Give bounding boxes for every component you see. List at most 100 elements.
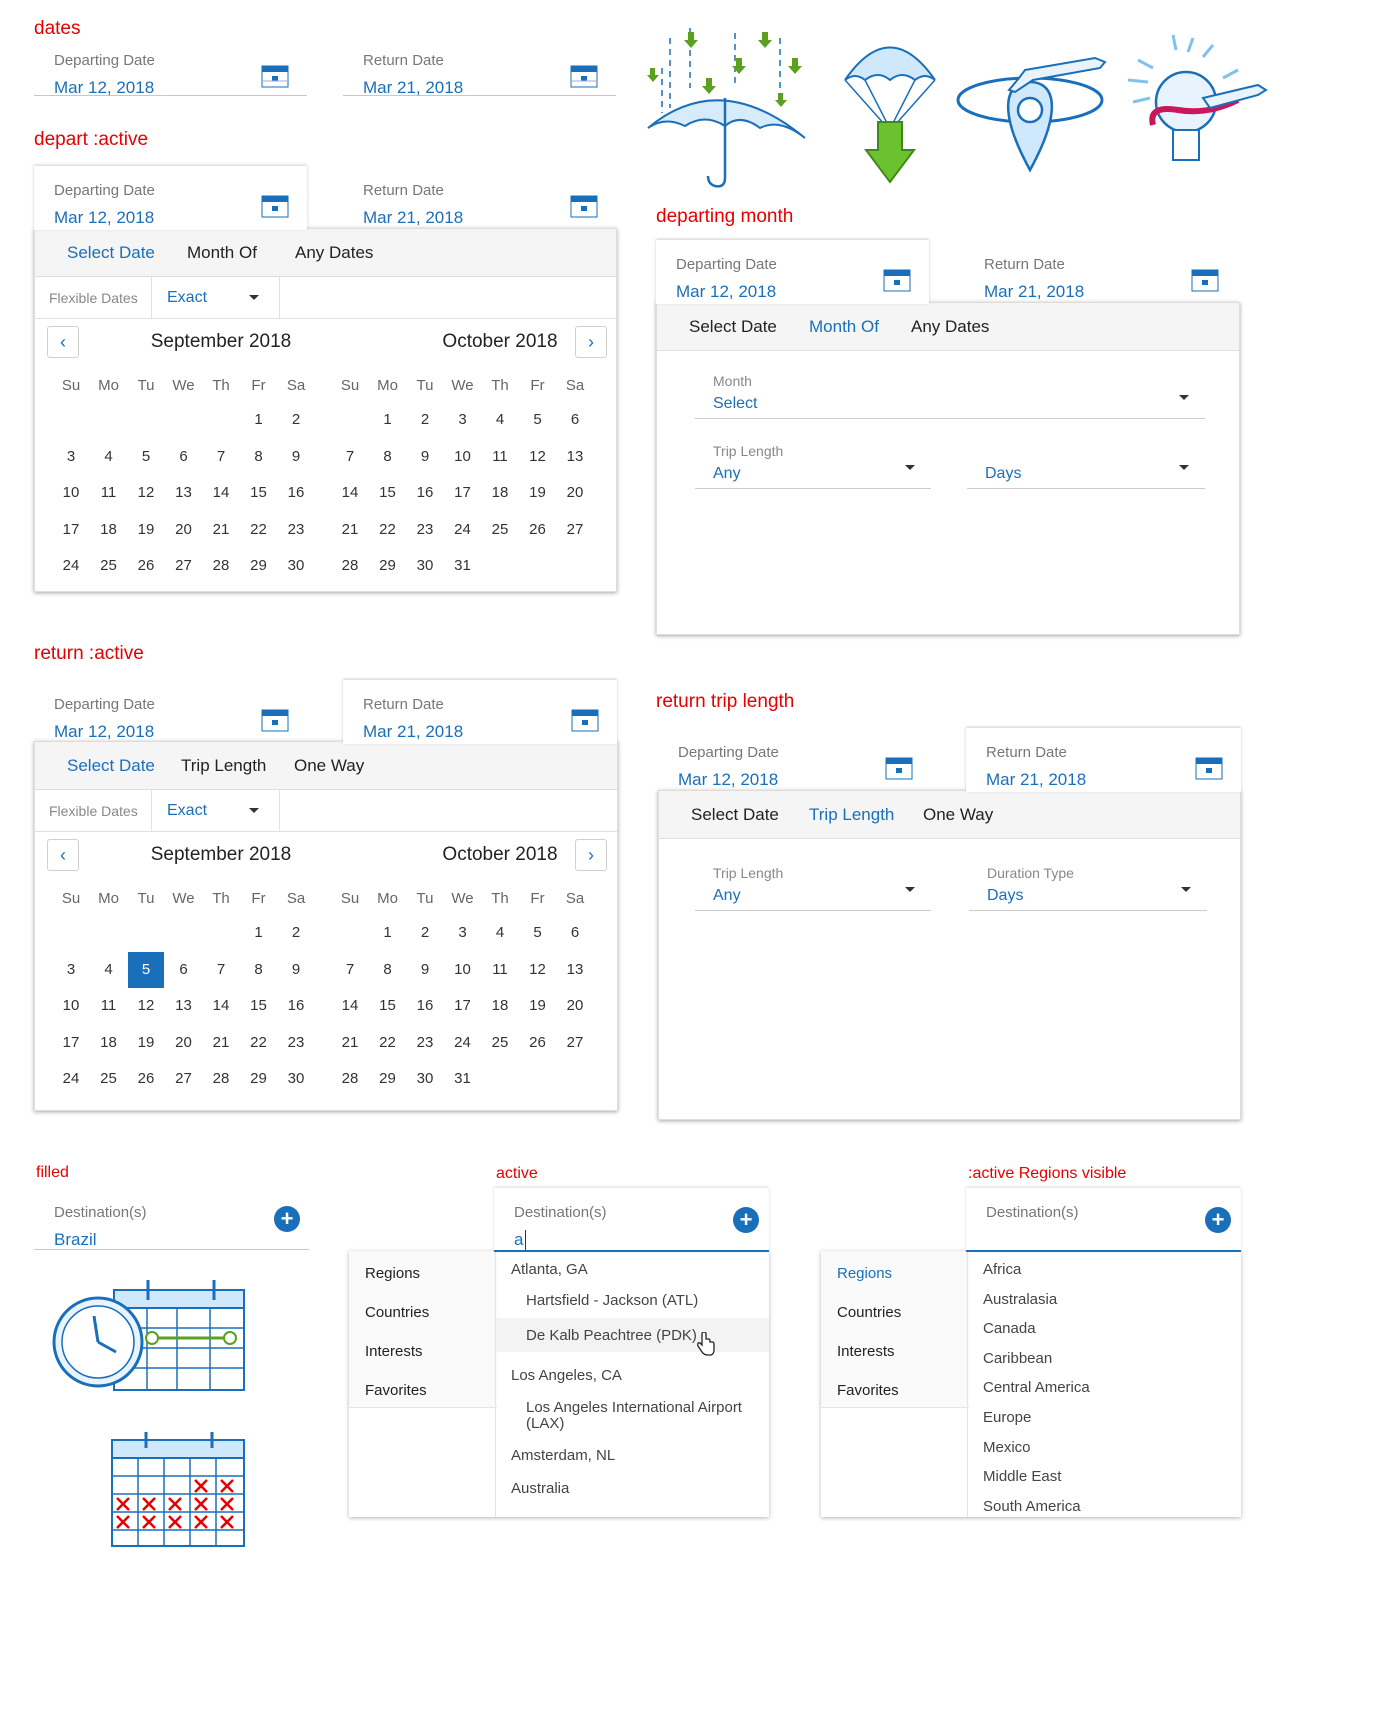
calendar-icon[interactable] <box>570 192 598 218</box>
chevron-down-icon[interactable] <box>1179 465 1189 470</box>
calendar-icon[interactable] <box>885 754 913 780</box>
flexible-dates-select[interactable]: Exact <box>167 289 207 307</box>
calendar-day[interactable]: 5 <box>128 439 164 475</box>
calendar-day[interactable]: 18 <box>482 475 518 511</box>
result-item[interactable]: (LAX) <box>526 1415 564 1432</box>
calendar-day[interactable]: 4 <box>91 952 127 988</box>
calendar-day[interactable]: 30 <box>407 548 443 584</box>
chevron-down-icon[interactable] <box>1179 395 1189 400</box>
tab-month-of[interactable]: Month Of <box>187 243 257 263</box>
calendar-day[interactable]: 2 <box>278 915 314 951</box>
result-item[interactable]: De Kalb Peachtree (PDK) <box>526 1327 697 1344</box>
region-item[interactable]: Central America <box>983 1379 1090 1396</box>
menu-countries[interactable]: Countries <box>349 1290 497 1330</box>
calendar-day[interactable]: 28 <box>332 548 368 584</box>
calendar-day[interactable]: 12 <box>128 475 164 511</box>
tab-trip-length[interactable]: Trip Length <box>181 756 266 776</box>
departing-date-field[interactable]: Departing Date Mar 12, 2018 <box>658 728 931 789</box>
calendar-day[interactable]: 13 <box>166 988 202 1024</box>
chevron-down-icon[interactable] <box>905 887 915 892</box>
calendar-day[interactable]: 11 <box>91 988 127 1024</box>
calendar-day[interactable]: 2 <box>278 402 314 438</box>
calendar-day[interactable]: 7 <box>203 952 239 988</box>
result-item[interactable]: Los Angeles International Airport <box>526 1399 742 1416</box>
menu-countries[interactable]: Countries <box>821 1290 969 1330</box>
calendar-day[interactable]: 1 <box>370 915 406 951</box>
duration-type-select[interactable]: Duration Type Days <box>969 865 1207 911</box>
calendar-day[interactable]: 6 <box>557 915 593 951</box>
destination-input[interactable]: a <box>514 1230 527 1250</box>
calendar-day[interactable]: 12 <box>520 439 556 475</box>
add-destination-button[interactable]: + <box>1205 1207 1231 1233</box>
calendar-day[interactable]: 21 <box>332 1025 368 1061</box>
tab-trip-length[interactable]: Trip Length <box>809 805 894 825</box>
calendar-day[interactable]: 31 <box>445 1061 481 1097</box>
calendar-day[interactable]: 29 <box>241 1061 277 1097</box>
calendar-day[interactable]: 11 <box>91 475 127 511</box>
result-item[interactable]: Australia <box>511 1480 569 1497</box>
calendar-day[interactable]: 15 <box>241 988 277 1024</box>
trip-length-select[interactable]: Trip Length Any <box>695 865 931 911</box>
tab-one-way[interactable]: One Way <box>294 756 364 776</box>
calendar-icon[interactable] <box>571 706 599 732</box>
tab-one-way[interactable]: One Way <box>923 805 993 825</box>
calendar-day[interactable]: 19 <box>520 988 556 1024</box>
calendar-day[interactable]: 20 <box>166 512 202 548</box>
calendar-day[interactable]: 15 <box>370 988 406 1024</box>
prev-month-button[interactable]: ‹ <box>47 839 79 871</box>
departing-date-field-active[interactable]: Departing Date Mar 12, 2018 <box>656 240 929 304</box>
calendar-day[interactable]: 19 <box>520 475 556 511</box>
calendar-day[interactable]: 8 <box>241 439 277 475</box>
calendar-day[interactable]: 5 <box>128 951 164 988</box>
calendar-day[interactable]: 20 <box>557 475 593 511</box>
calendar-day[interactable]: 21 <box>203 512 239 548</box>
destination-field-active[interactable]: Destination(s) a + <box>494 1188 769 1252</box>
menu-favorites[interactable]: Favorites <box>821 1368 969 1408</box>
calendar-icon[interactable] <box>261 706 289 732</box>
calendar-day[interactable]: 27 <box>557 512 593 548</box>
calendar-day[interactable]: 11 <box>482 439 518 475</box>
calendar-day[interactable]: 7 <box>203 439 239 475</box>
tab-select-date[interactable]: Select Date <box>67 756 155 776</box>
chevron-down-icon[interactable] <box>905 465 915 470</box>
tab-select-date[interactable]: Select Date <box>67 243 155 263</box>
calendar-day[interactable]: 29 <box>241 548 277 584</box>
return-date-field[interactable]: Return Date Mar 21, 2018 <box>343 36 616 97</box>
calendar-day[interactable]: 22 <box>370 512 406 548</box>
calendar-day[interactable]: 9 <box>407 439 443 475</box>
calendar-icon[interactable] <box>261 192 289 218</box>
calendar-day[interactable]: 14 <box>203 988 239 1024</box>
calendar-day[interactable]: 30 <box>278 548 314 584</box>
calendar-day[interactable]: 20 <box>557 988 593 1024</box>
calendar-day[interactable]: 15 <box>370 475 406 511</box>
calendar-day[interactable]: 25 <box>91 1061 127 1097</box>
calendar-day[interactable]: 3 <box>53 952 89 988</box>
calendar-day[interactable]: 29 <box>370 1061 406 1097</box>
tab-month-of[interactable]: Month Of <box>809 317 879 337</box>
calendar-icon[interactable] <box>261 62 289 88</box>
menu-regions[interactable]: Regions <box>349 1251 497 1291</box>
result-item[interactable]: Atlanta, GA <box>511 1261 588 1278</box>
calendar-day[interactable]: 6 <box>557 402 593 438</box>
calendar-day[interactable]: 21 <box>332 512 368 548</box>
calendar-day[interactable]: 19 <box>128 1025 164 1061</box>
region-item[interactable]: South America <box>983 1498 1081 1515</box>
chevron-down-icon[interactable] <box>249 808 259 813</box>
calendar-day[interactable]: 16 <box>407 475 443 511</box>
calendar-day[interactable]: 9 <box>278 439 314 475</box>
calendar-day[interactable]: 23 <box>278 1025 314 1061</box>
calendar-day[interactable]: 24 <box>445 1025 481 1061</box>
calendar-day[interactable]: 3 <box>53 439 89 475</box>
calendar-day[interactable]: 14 <box>332 475 368 511</box>
menu-regions[interactable]: Regions <box>821 1251 969 1291</box>
region-item[interactable]: Mexico <box>983 1439 1031 1456</box>
departing-date-field[interactable]: Departing Date Mar 12, 2018 <box>34 680 307 741</box>
calendar-day[interactable]: 17 <box>53 1025 89 1061</box>
tab-select-date[interactable]: Select Date <box>689 317 777 337</box>
calendar-day[interactable]: 25 <box>91 548 127 584</box>
month-select[interactable]: Month Select <box>695 373 1205 419</box>
calendar-day[interactable]: 18 <box>91 1025 127 1061</box>
result-item[interactable]: Hartsfield - Jackson (ATL) <box>526 1292 698 1309</box>
calendar-day[interactable]: 28 <box>203 1061 239 1097</box>
duration-select[interactable]: Days <box>967 443 1205 489</box>
